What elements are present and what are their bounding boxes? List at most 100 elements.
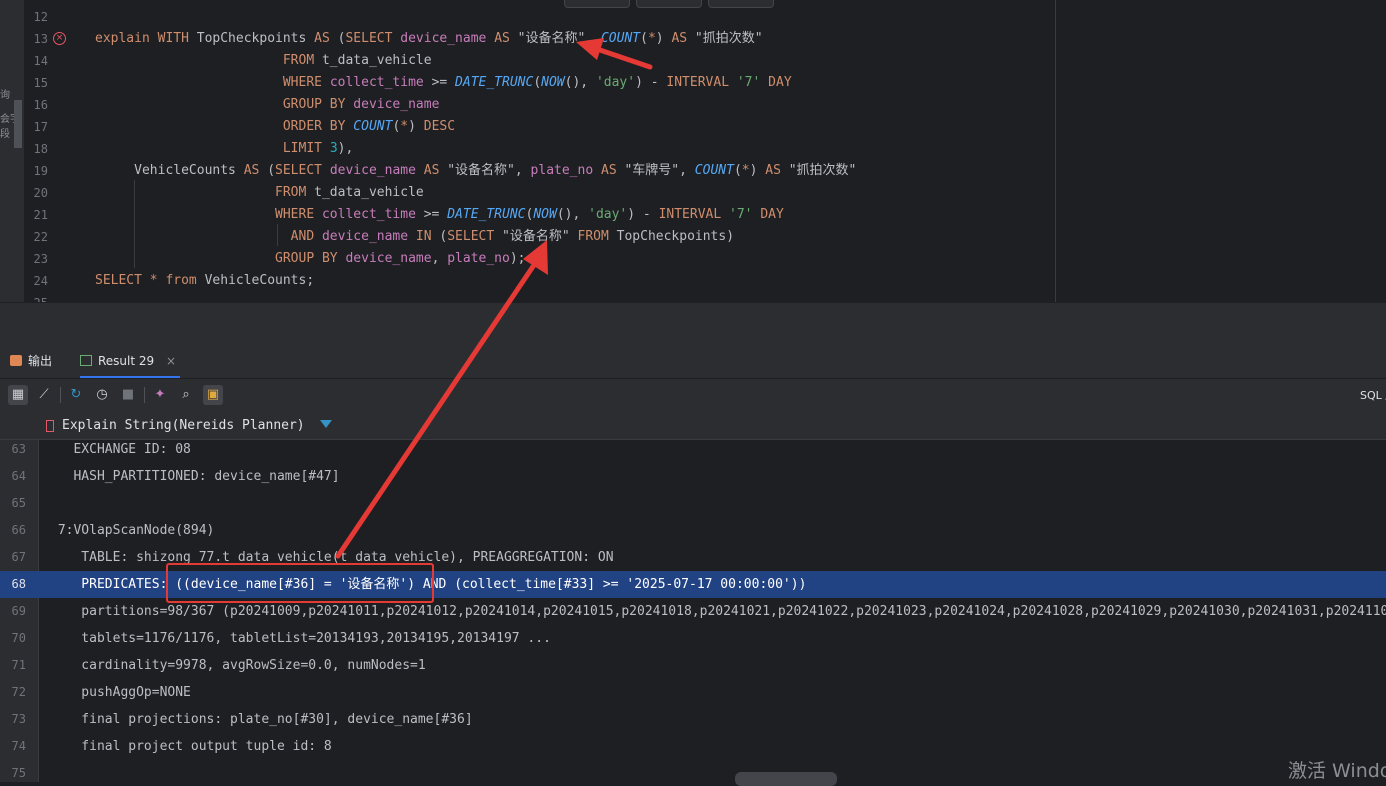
sql-script-button[interactable]: SQL 脚本 — [1360, 379, 1386, 412]
table-row[interactable]: 72 pushAggOp=NONE — [0, 679, 1386, 706]
line-number: 15 — [33, 76, 48, 90]
code-text: SELECT * from VehicleCounts; — [95, 270, 314, 292]
refresh-icon[interactable]: ↻ — [66, 385, 86, 405]
table-row[interactable]: 73 final projections: plate_no[#30], dev… — [0, 706, 1386, 733]
code-token: ), — [337, 141, 354, 156]
code-token: AND — [290, 229, 322, 244]
code-text: WHERE collect_time >= DATE_TRUNC(NOW(), … — [95, 204, 784, 226]
table-row[interactable]: 70 tablets=1176/1176, tabletList=2013419… — [0, 625, 1386, 652]
code-line[interactable]: 14 FROM t_data_vehicle — [24, 50, 1386, 72]
cell-value[interactable]: 7:VOlapScanNode(894) — [50, 517, 215, 544]
line-number: 18 — [33, 142, 48, 156]
cell-value[interactable]: cardinality=9978, avgRowSize=0.0, numNod… — [50, 652, 425, 679]
code-token: "设备名称", — [447, 163, 531, 178]
code-line[interactable]: 15 WHERE collect_time >= DATE_TRUNC(NOW(… — [24, 72, 1386, 94]
row-number: 67 — [11, 550, 26, 564]
sql-editor[interactable]: 12 13 × explain WITH TopCheckpoints AS (SEL… — [24, 0, 1386, 302]
code-text: WHERE collect_time >= DATE_TRUNC(NOW(), … — [95, 72, 792, 94]
output-icon — [10, 355, 22, 366]
table-row[interactable]: 63 EXCHANGE ID: 08 — [0, 436, 1386, 463]
code-line[interactable]: 19 VehicleCounts AS (SELECT device_name … — [24, 160, 1386, 182]
table-row[interactable]: 65 — [0, 490, 1386, 517]
table-row[interactable]: 74 final project output tuple id: 8 — [0, 733, 1386, 760]
tab-output[interactable]: 输出 — [10, 344, 52, 378]
code-line[interactable]: 21 WHERE collect_time >= DATE_TRUNC(NOW(… — [24, 204, 1386, 226]
row-number: 73 — [11, 712, 26, 726]
code-token: device_name — [321, 229, 416, 244]
left-tool-strip: 询 会字段 — [0, 0, 24, 302]
code-line[interactable]: 16 GROUP BY device_name — [24, 94, 1386, 116]
code-line[interactable]: 25 — [24, 292, 1386, 302]
code-text: FROM t_data_vehicle — [95, 50, 432, 72]
code-token: DATE_TRUNC — [455, 75, 534, 90]
code-token: >= — [423, 207, 448, 222]
code-line[interactable]: 23 GROUP BY device_name, plate_no); — [24, 248, 1386, 270]
code-token: device_name — [345, 251, 432, 266]
code-token: DAY — [768, 75, 792, 90]
code-token: 'day' — [588, 207, 628, 222]
code-token: plate_no — [530, 163, 601, 178]
code-line[interactable]: 13 × explain WITH TopCheckpoints AS (SELEC… — [24, 28, 1386, 50]
panel-splitter[interactable] — [0, 302, 1386, 345]
history-icon[interactable]: ◷ — [92, 385, 112, 405]
tab-result-29[interactable]: Result 29 × — [80, 344, 181, 378]
line-number: 23 — [33, 252, 48, 266]
filter-icon[interactable] — [320, 420, 332, 428]
column-header[interactable]: Explain String(Nereids Planner) — [62, 412, 305, 439]
code-token: "抓拍次数" — [788, 163, 857, 178]
chart-view-icon[interactable]: ⟋ — [34, 385, 54, 405]
table-row[interactable]: 64 HASH_PARTITIONED: device_name[#47] — [0, 463, 1386, 490]
code-token: "抓拍次数" — [694, 31, 763, 46]
code-token: COUNT — [694, 163, 734, 178]
left-strip-scrollbar[interactable] — [14, 100, 22, 148]
table-view-icon[interactable]: ▦ — [8, 385, 28, 405]
cell-value[interactable]: final project output tuple id: 8 — [50, 733, 331, 760]
line-number: 14 — [33, 54, 48, 68]
toolbar-separator — [60, 387, 61, 403]
code-line[interactable]: 12 — [24, 6, 1386, 28]
code-token: (), — [564, 75, 596, 90]
code-token: INTERVAL — [658, 207, 730, 222]
cell-value[interactable]: tablets=1176/1176, tabletList=20134193,2… — [50, 625, 551, 652]
code-line[interactable]: 22 AND device_name IN (SELECT "设备名称" FRO… — [24, 226, 1386, 248]
code-token: VehicleCounts; — [204, 273, 315, 288]
code-line[interactable]: 17 ORDER BY COUNT(*) DESC — [24, 116, 1386, 138]
row-number: 74 — [11, 739, 26, 753]
table-row[interactable]: 75 — [0, 760, 1386, 782]
close-icon[interactable]: × — [166, 354, 176, 368]
code-token: ( — [533, 75, 542, 90]
clear-cells-icon[interactable]: ▣ — [203, 385, 223, 405]
code-token: FROM — [275, 185, 315, 200]
results-tab-bar: 输出 Result 29 × — [0, 344, 1386, 379]
code-token: "设备名称", — [517, 31, 601, 46]
code-token: "设备名称" — [502, 229, 578, 244]
pin-icon[interactable]: ✦ — [150, 385, 170, 405]
error-icon[interactable]: × — [53, 32, 66, 45]
cell-value[interactable]: HASH_PARTITIONED: device_name[#47] — [50, 463, 339, 490]
code-token: COUNT — [353, 119, 393, 134]
code-token: * — [149, 273, 166, 288]
cell-value[interactable]: EXCHANGE ID: 08 — [50, 436, 190, 463]
table-row[interactable]: 71 cardinality=9978, avgRowSize=0.0, num… — [0, 652, 1386, 679]
code-token: FROM — [282, 53, 322, 68]
code-token: INTERVAL — [666, 75, 737, 90]
cell-value[interactable]: final projections: plate_no[#30], device… — [50, 706, 472, 733]
search-icon[interactable]: ⌕ — [176, 385, 196, 405]
code-token: AS — [601, 163, 625, 178]
cell-value[interactable]: pushAggOp=NONE — [50, 679, 191, 706]
code-token: t_data_vehicle — [314, 185, 424, 200]
code-token: ORDER BY — [282, 119, 354, 134]
code-token: (), — [556, 207, 589, 222]
code-line[interactable]: 24 SELECT * from VehicleCounts; — [24, 270, 1386, 292]
horizontal-scroll-thumb[interactable] — [735, 772, 837, 786]
code-line[interactable]: 18 LIMIT 3), — [24, 138, 1386, 160]
row-number: 63 — [11, 442, 26, 456]
stop-icon[interactable]: ■ — [118, 385, 138, 405]
table-row[interactable]: 66 7:VOlapScanNode(894) — [0, 517, 1386, 544]
code-line[interactable]: 20 FROM t_data_vehicle — [24, 182, 1386, 204]
